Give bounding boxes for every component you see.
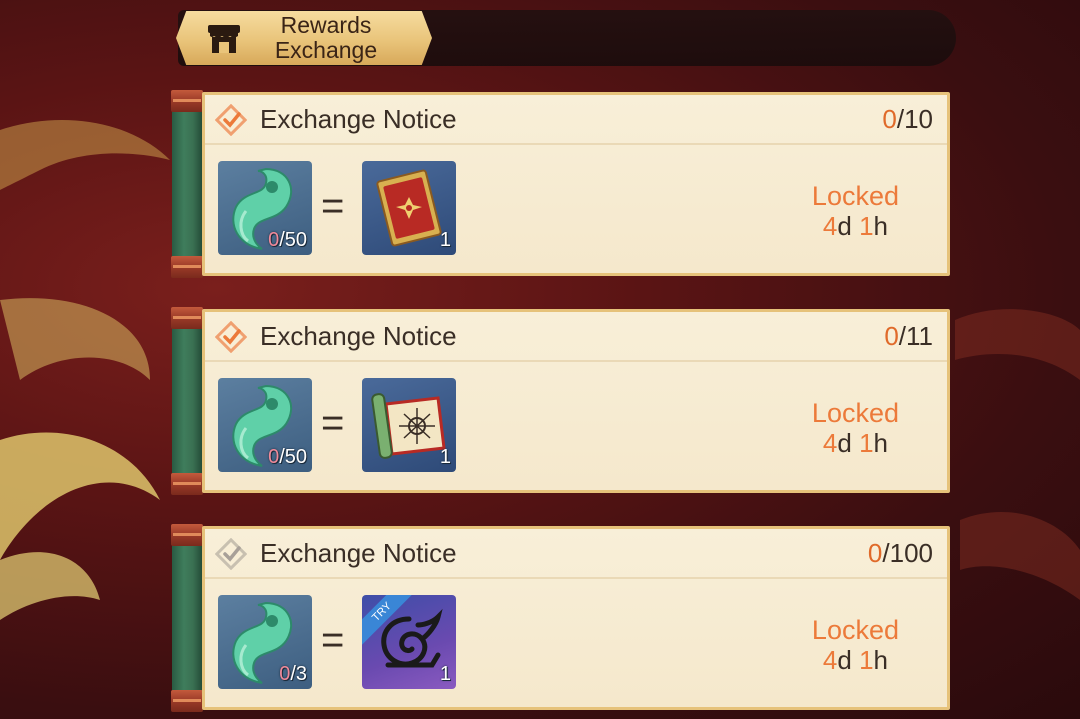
reward-item-slot[interactable]: 1 (362, 378, 456, 472)
equals-sign: = (321, 618, 345, 662)
reward-item-slot[interactable]: TRY 1 (362, 595, 456, 689)
cost-need: /50 (279, 446, 307, 468)
cost-need: /3 (290, 663, 307, 685)
reward-item-slot[interactable]: 1 (362, 161, 456, 255)
card-panel: Exchange Notice 0/11 0/50 = 1 Locked 4d … (202, 309, 950, 493)
equals-sign: = (321, 401, 345, 445)
cost-item-slot[interactable]: 0/3 (218, 595, 312, 689)
reward-quantity: 1 (439, 446, 451, 468)
cost-amount: 0/50 (268, 446, 307, 469)
cost-item-slot[interactable]: 0/50 (218, 378, 312, 472)
checkmark-diamond-icon (215, 538, 247, 570)
checkmark-diamond-icon (215, 321, 247, 353)
counter-total: /100 (882, 538, 933, 568)
exchange-status: Locked 4d 1h (812, 181, 899, 241)
card-title: Exchange Notice (260, 104, 457, 134)
counter-current: 0 (884, 321, 899, 351)
cost-need: /50 (279, 229, 307, 251)
cost-have: 0 (279, 663, 291, 685)
header-title-line1: Rewards (280, 12, 372, 38)
unlock-timer: 4d 1h (822, 645, 888, 675)
header-title-line2: Exchange (274, 37, 378, 63)
exchange-counter: 0/11 (884, 321, 933, 352)
cost-have: 0 (268, 229, 280, 251)
locked-label: Locked (811, 615, 899, 645)
equals-sign: = (321, 184, 345, 228)
counter-current: 0 (867, 538, 883, 568)
counter-total: /11 (898, 321, 933, 351)
cost-amount: 0/50 (268, 229, 307, 252)
counter-current: 0 (882, 104, 897, 134)
card-panel: Exchange Notice 0/10 0/50 = 1 Locked 4d … (202, 92, 950, 276)
rewards-exchange-tab[interactable]: Rewards Exchange (176, 11, 432, 65)
checkmark-diamond-icon (215, 104, 247, 136)
card-panel: Exchange Notice 0/100 0/3 = TRY 1 Locked… (202, 526, 950, 710)
shop-icon (208, 25, 240, 53)
card-spine (171, 524, 203, 712)
card-header: Exchange Notice 0/10 (205, 95, 947, 145)
card-header: Exchange Notice 0/100 (205, 529, 947, 579)
card-spine (171, 90, 203, 278)
card-spine (171, 307, 203, 495)
cost-have: 0 (268, 446, 280, 468)
exchange-card[interactable]: Exchange Notice 0/11 0/50 = 1 Locked 4d … (171, 307, 950, 497)
exchange-counter: 0/10 (882, 104, 933, 135)
exchange-status: Locked 4d 1h (812, 398, 899, 458)
unlock-timer: 4d 1h (822, 211, 888, 241)
cost-item-slot[interactable]: 0/50 (218, 161, 312, 255)
exchange-counter: 0/100 (868, 538, 933, 569)
locked-label: Locked (811, 398, 899, 428)
card-title: Exchange Notice (260, 538, 457, 568)
counter-total: /10 (896, 104, 933, 134)
exchange-status: Locked 4d 1h (812, 615, 899, 675)
exchange-card[interactable]: Exchange Notice 0/10 0/50 = 1 Locked 4d … (171, 90, 950, 280)
cost-amount: 0/3 (279, 663, 307, 686)
card-header: Exchange Notice 0/11 (205, 312, 947, 362)
reward-quantity: 1 (439, 229, 451, 251)
card-title: Exchange Notice (260, 321, 457, 351)
exchange-card[interactable]: Exchange Notice 0/100 0/3 = TRY 1 Locked… (171, 524, 950, 714)
header-title: Rewards Exchange (244, 13, 408, 63)
reward-quantity: 1 (439, 663, 451, 685)
locked-label: Locked (811, 181, 899, 211)
unlock-timer: 4d 1h (822, 428, 888, 458)
